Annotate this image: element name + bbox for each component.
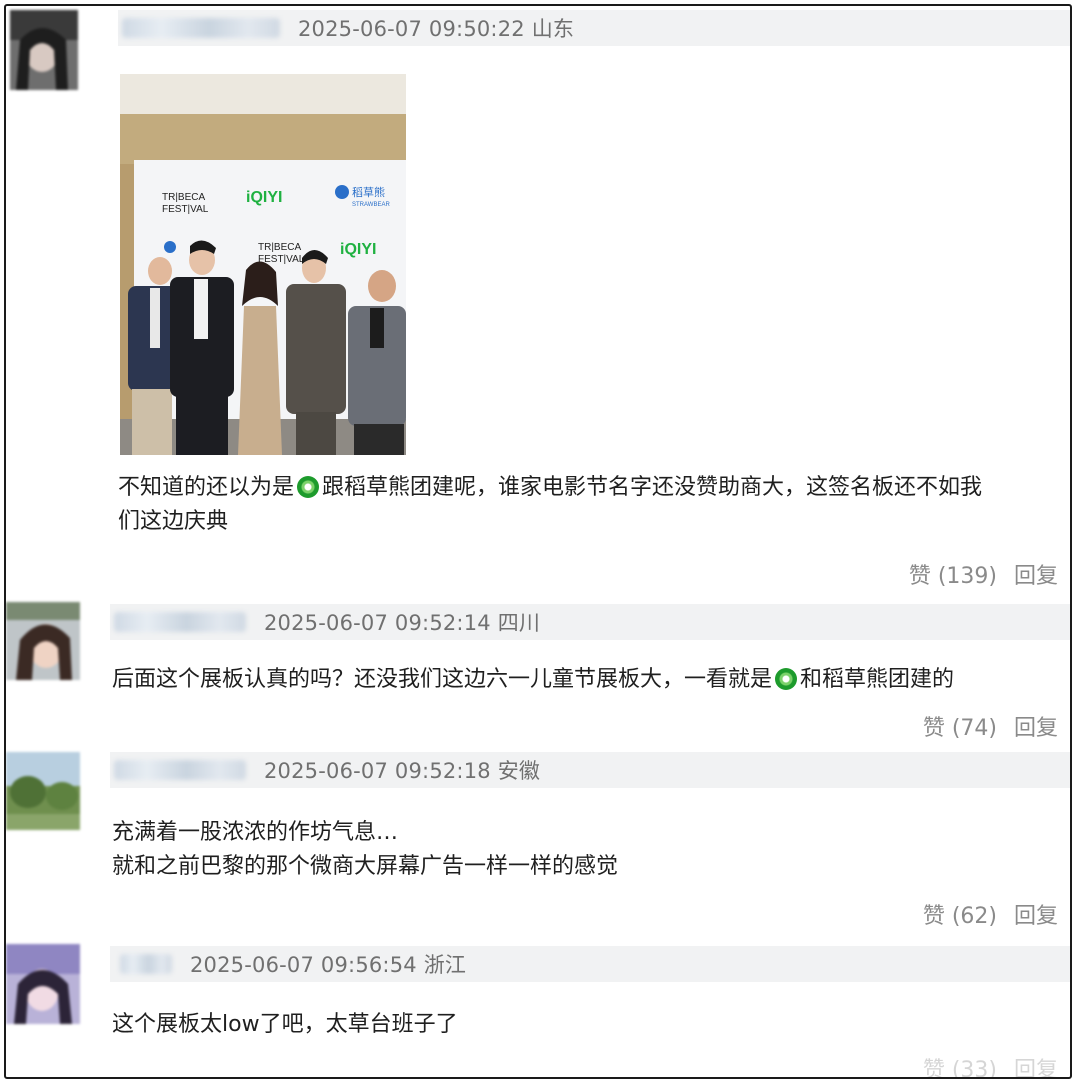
comment-actions: 赞 (74) 回复 [913,710,1058,742]
svg-text:iQIYI: iQIYI [340,241,376,258]
comment-text-part: 和稻草熊团建的 [800,667,955,692]
avatar[interactable] [6,752,80,830]
comment-text-part: 充满着一股浓浓的作坊气息… [112,820,399,845]
comment-text-part: 这个展板太low了吧，太草台班子了 [112,1012,458,1037]
avatar[interactable] [6,602,80,680]
username-blurred[interactable] [114,760,246,780]
board-brand-iqiyi: iQIYI [246,189,282,206]
comment-body: 后面这个展板认真的吗？还没我们这边六一儿童节展板大，一看就是 和稻草熊团建的 [112,663,1062,697]
like-button[interactable]: 赞 (74) [923,716,997,741]
comment-actions: 赞 (33) 回复 [913,1052,1058,1077]
iqiyi-emoji-icon [297,476,320,498]
board-text-festival: FEST|VAL [162,204,209,215]
comment-body: 不知道的还以为是 跟稻草熊团建呢，谁家电影节名字还没赞助商大，这签名板还不如我 们… [118,471,1058,539]
avatar[interactable] [10,10,78,90]
comment-meta: 2025-06-07 09:50:22 山东 [298,17,575,41]
comment-text-part: 跟稻草熊团建呢，谁家电影节名字还没赞助商大，这签名板还不如我 [322,475,983,500]
comment-actions: 赞 (62) 回复 [913,898,1058,930]
comment-header: 2025-06-07 09:52:18 安徽 [110,752,1070,788]
like-button[interactable]: 赞 (33) [923,1058,997,1077]
comment-text-part: 后面这个展板认真的吗？还没我们这边六一儿童节展板大，一看就是 [112,667,773,692]
comment-body: 这个展板太low了吧，太草台班子了 [112,1008,1062,1042]
comment-text-part: 就和之前巴黎的那个微商大屏幕广告一样一样的感觉 [112,854,619,879]
comment-body: 充满着一股浓浓的作坊气息… 就和之前巴黎的那个微商大屏幕广告一样一样的感觉 [112,816,1062,884]
comment-actions: 赞 (139) 回复 [899,558,1058,590]
comment-header: 2025-06-07 09:52:14 四川 [110,604,1070,640]
reply-button[interactable]: 回复 [1014,564,1058,589]
iqiyi-emoji-icon [775,668,798,690]
board-text-tribeca: TR|BECA [162,192,205,203]
svg-text:TR|BECA: TR|BECA [258,242,301,253]
reply-button[interactable]: 回复 [1014,904,1058,929]
comment-screenshot-frame: 2025-06-07 09:50:22 山东 TR|BECA FEST|VAL … [4,4,1072,1079]
comment-header: 2025-06-07 09:56:54 浙江 [110,946,1070,982]
comment-header: 2025-06-07 09:50:22 山东 [118,10,1070,46]
reply-button[interactable]: 回复 [1014,716,1058,741]
comment-text-part: 不知道的还以为是 [118,475,295,500]
comment-photo[interactable]: TR|BECA FEST|VAL iQIYI 稻草熊 STRAWBEAR TR|… [120,74,406,455]
comment-meta: 2025-06-07 09:52:18 安徽 [264,759,541,783]
avatar[interactable] [6,944,80,1024]
username-blurred[interactable] [120,954,172,974]
username-blurred[interactable] [122,18,280,38]
board-brand-strawbear: 稻草熊 [352,185,385,199]
reply-button[interactable]: 回复 [1014,1058,1058,1077]
like-button[interactable]: 赞 (139) [909,564,997,589]
comment-meta: 2025-06-07 09:56:54 浙江 [190,953,467,977]
comment-text-part: 们这边庆典 [118,509,229,534]
board-brand-strawbear-sub: STRAWBEAR [352,202,390,208]
username-blurred[interactable] [114,612,246,632]
like-button[interactable]: 赞 (62) [923,904,997,929]
comment-meta: 2025-06-07 09:52:14 四川 [264,611,541,635]
